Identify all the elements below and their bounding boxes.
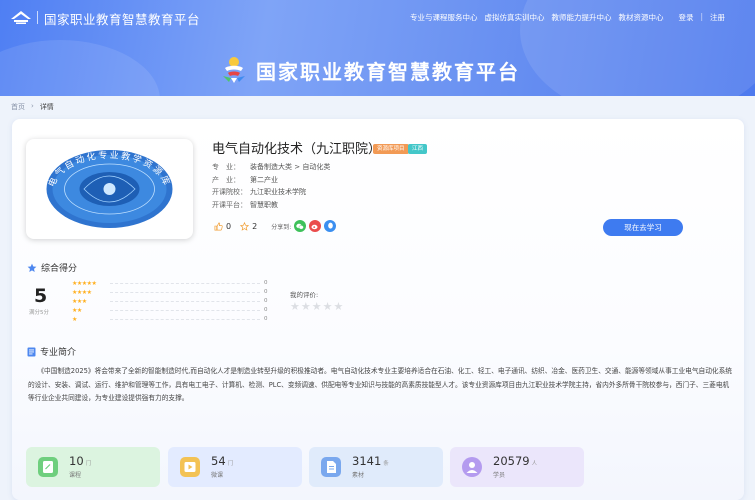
course-detail-card: 电气自动化专业教学资源库 电气自动化技术（九江职院） 资源库项目 江西 专 业：… (12, 119, 744, 500)
rating-count: 0 (264, 289, 268, 295)
main-nav: 专业与课程服务中心 虚拟仿真实训中心 教师能力提升中心 教材资源中心 登录 | … (410, 12, 725, 23)
rating-row-2: ★★ 0 (72, 306, 268, 314)
student-avatar-icon (462, 457, 482, 477)
rating-bar (110, 318, 260, 320)
stat-label: 素材 (352, 472, 365, 479)
share-label: 分享到: (271, 223, 292, 231)
overall-score: 5 (34, 285, 48, 307)
login-link[interactable]: 登录 (678, 12, 693, 23)
course-cover-image: 电气自动化专业教学资源库 (26, 139, 193, 239)
course-title: 电气自动化技术（九江职院） (212, 142, 382, 157)
like-count: 0 (226, 221, 232, 231)
stat-value: 3141 条 (352, 454, 389, 468)
favorite-count: 2 (252, 221, 258, 231)
meta-label: 开课院校： (212, 188, 247, 196)
intro-text: 《中国制造2025》将会带来了全新的智能制造时代,而自动化人才是制造业转型升级的… (28, 367, 732, 403)
meta-industry: 产 业： 第二产业 (212, 175, 278, 185)
stat-card-microlessons[interactable]: 54 门 微课 (168, 447, 302, 487)
site-name[interactable]: 国家职业教育智慧教育平台 (44, 9, 200, 28)
star-filled-icon (27, 263, 37, 272)
social-row: 0 2 分享到: (214, 220, 337, 232)
stat-card-materials[interactable]: 3141 条 素材 (309, 447, 443, 487)
nav-item-teacher-center[interactable]: 教师能力提升中心 (551, 12, 611, 23)
stat-label: 课程 (69, 472, 82, 479)
tag-province: 江西 (408, 144, 428, 154)
rating-bar (110, 309, 260, 311)
meta-value: 第二产业 (250, 176, 278, 184)
score-max-label: 满分5分 (29, 310, 49, 316)
intro-title: 专业简介 (40, 348, 77, 358)
stat-value: 20579 人 (493, 454, 538, 468)
meta-label: 专 业： (212, 163, 240, 171)
rating-count: 0 (264, 316, 268, 322)
rating-stars: ★★★★ (72, 288, 92, 296)
meta-value: 装备制造大类 > 自动化类 (250, 163, 331, 171)
my-rating-stars[interactable]: ★★★★★ (290, 300, 344, 313)
nav-item-course-center[interactable]: 专业与课程服务中心 (410, 12, 478, 23)
course-cover-logo: 电气自动化专业教学资源库 (45, 149, 173, 228)
meta-school: 开课院校： 九江职业技术学院 (212, 187, 306, 197)
star-outline-icon[interactable] (240, 221, 250, 231)
platform-logo-icon[interactable] (10, 9, 32, 25)
start-learning-button[interactable]: 现在去学习 (603, 219, 683, 236)
rating-row-5: ★★★★★ 0 (72, 279, 268, 287)
top-navbar: 国家职业教育智慧教育平台 专业与课程服务中心 虚拟仿真实训中心 教师能力提升中心… (0, 0, 755, 34)
rating-bar (110, 300, 260, 302)
stat-card-courses[interactable]: 10 门 课程 (26, 447, 160, 487)
breadcrumb-separator: › (31, 102, 34, 110)
meta-platform: 开课平台： 智慧职教 (212, 200, 278, 210)
rating-count: 0 (264, 280, 268, 286)
register-link[interactable]: 注册 (710, 12, 725, 23)
rating-title: 综合得分 (41, 264, 78, 274)
course-book-icon (38, 457, 58, 477)
meta-label: 开课平台： (212, 201, 247, 209)
rating-section-title: 综合得分 (27, 261, 77, 274)
qq-share-icon[interactable] (324, 220, 337, 232)
rating-stars: ★ (72, 315, 77, 323)
header-banner: 国家职业教育智慧教育平台 专业与课程服务中心 虚拟仿真实训中心 教师能力提升中心… (0, 0, 755, 96)
stat-value: 54 门 (211, 454, 234, 468)
document-icon (27, 347, 36, 356)
stat-label: 微课 (211, 472, 224, 479)
stat-card-students[interactable]: 20579 人 学员 (450, 447, 584, 487)
nav-item-textbook-center[interactable]: 教材资源中心 (618, 12, 663, 23)
meta-value: 九江职业技术学院 (250, 188, 306, 196)
nav-separator: | (700, 12, 703, 21)
rating-count: 0 (264, 298, 268, 304)
my-rating-label: 我的评价: (290, 291, 319, 299)
breadcrumb-current: 详情 (39, 103, 54, 111)
micro-lesson-icon (180, 457, 200, 477)
hero-title: 国家职业教育智慧教育平台 (256, 60, 520, 84)
rating-stars: ★★★★★ (72, 279, 97, 287)
rating-row-3: ★★★ 0 (72, 297, 268, 305)
rating-row-4: ★★★★ 0 (72, 288, 268, 296)
hero-logo-icon (223, 57, 245, 83)
weibo-share-icon[interactable] (309, 220, 322, 232)
rating-row-1: ★ 0 (72, 315, 268, 323)
rating-stars: ★★★ (72, 297, 87, 305)
thumbs-up-icon[interactable] (214, 222, 223, 231)
breadcrumb: 首页 › 详情 (11, 102, 54, 112)
intro-section-title: 专业简介 (27, 345, 76, 358)
meta-value: 智慧职教 (250, 201, 278, 209)
material-file-icon (321, 457, 341, 477)
banner-decoration (0, 40, 160, 96)
breadcrumb-home[interactable]: 首页 (11, 102, 25, 112)
rating-bar (110, 291, 260, 293)
stat-label: 学员 (493, 472, 506, 479)
meta-major: 专 业： 装备制造大类 > 自动化类 (212, 162, 330, 172)
logo-divider (37, 11, 38, 24)
rating-count: 0 (264, 307, 268, 313)
rating-stars: ★★ (72, 306, 82, 314)
stat-value: 10 门 (69, 454, 92, 468)
rating-bar (110, 282, 260, 284)
nav-item-virtual-training[interactable]: 虚拟仿真实训中心 (484, 12, 544, 23)
tag-resource-project: 资源库项目 (373, 144, 409, 154)
meta-label: 产 业： (212, 176, 240, 184)
wechat-share-icon[interactable] (294, 220, 307, 232)
